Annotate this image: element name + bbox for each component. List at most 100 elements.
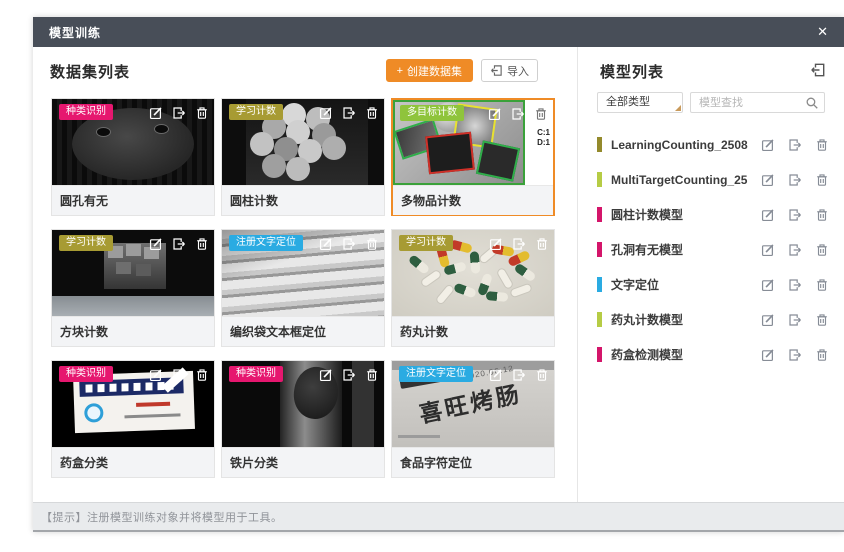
export-icon[interactable] [172,368,186,382]
export-icon[interactable] [172,237,186,251]
model-row[interactable]: 圆柱计数模型 [578,197,844,232]
dataset-thumbnail: 种类识别 [52,361,214,447]
model-row[interactable]: LearningCounting_25080... [578,127,844,162]
dataset-type-tag: 种类识别 [59,104,113,120]
dataset-card-multi-object-count[interactable]: C:1 D:1 多目标计数 多物品计数 [391,98,555,216]
dataset-card-block-count[interactable]: 学习计数 方块计数 [51,229,215,347]
model-row[interactable]: 药盒检测模型 [578,337,844,372]
dataset-card-woven-bag-text[interactable]: 注册文字定位 编织袋文本框定位 [221,229,385,347]
trash-icon[interactable] [815,138,829,152]
trash-icon[interactable] [365,368,379,382]
model-row[interactable]: 孔洞有无模型 [578,232,844,267]
bounding-box-green [476,140,520,181]
dialog-content: 数据集列表 + 创建数据集 导入 [33,47,844,502]
dataset-type-tag: 多目标计数 [400,105,464,121]
dataset-actions: + 创建数据集 导入 [386,59,538,82]
export-icon[interactable] [788,348,802,362]
dataset-card-iron-piece[interactable]: 种类识别 铁片分类 [221,360,385,478]
close-icon[interactable]: ✕ [817,17,828,47]
trash-icon[interactable] [815,313,829,327]
import-dataset-button[interactable]: 导入 [481,59,538,82]
edit-icon[interactable] [319,368,333,382]
export-icon[interactable] [788,208,802,222]
dataset-thumbnail: 种类识别 [52,99,214,185]
dataset-card-pill-count[interactable]: 学习计数 药丸计数 [391,229,555,347]
dataset-thumbnail: 种类识别 [222,361,384,447]
export-icon[interactable] [342,106,356,120]
export-icon[interactable] [511,107,525,121]
trash-icon[interactable] [365,237,379,251]
trash-icon[interactable] [815,173,829,187]
dataset-thumbnail: 学习计数 [222,99,384,185]
trash-icon[interactable] [195,237,209,251]
export-icon[interactable] [512,237,526,251]
dataset-title: 铁片分类 [222,447,384,477]
model-type-dropdown[interactable]: 全部类型 [597,92,683,113]
model-list: LearningCounting_25080... MultiTargetCou… [578,127,844,372]
edit-icon[interactable] [488,107,502,121]
trash-icon[interactable] [815,278,829,292]
dataset-type-tag: 种类识别 [229,366,283,382]
model-row[interactable]: MultiTargetCounting_25... [578,162,844,197]
model-training-dialog: 模型训练 ✕ 数据集列表 + 创建数据集 导入 [33,17,844,532]
model-row[interactable]: 药丸计数模型 [578,302,844,337]
edit-icon[interactable] [149,237,163,251]
dataset-title: 多物品计数 [393,185,553,215]
edit-icon[interactable] [149,368,163,382]
dataset-card-food-text[interactable]: 2020.06.12 喜旺烤肠 注册文字定位 食品字符定位 [391,360,555,478]
trash-icon[interactable] [195,106,209,120]
edit-icon[interactable] [761,208,775,222]
dataset-title: 药丸计数 [392,316,554,346]
dataset-card-cylinder-count[interactable]: 学习计数 圆柱计数 [221,98,385,216]
edit-icon[interactable] [149,106,163,120]
model-color-bar [597,312,602,327]
edit-icon[interactable] [319,106,333,120]
search-icon[interactable] [805,96,819,110]
trash-icon[interactable] [534,107,548,121]
export-icon[interactable] [788,278,802,292]
dataset-title: 药盒分类 [52,447,214,477]
dataset-grid: 种类识别 圆孔有无 [51,98,561,478]
model-color-bar [597,207,602,222]
trash-icon[interactable] [535,368,549,382]
create-dataset-button[interactable]: + 创建数据集 [386,59,473,82]
export-icon[interactable] [788,173,802,187]
edit-icon[interactable] [761,173,775,187]
bounding-box-red [425,132,475,175]
dataset-panel-title: 数据集列表 [50,61,130,82]
export-icon[interactable] [512,368,526,382]
model-panel-title: 模型列表 [600,61,664,82]
edit-icon[interactable] [761,313,775,327]
import-model-icon[interactable] [810,62,826,78]
edit-icon[interactable] [489,368,503,382]
edit-icon[interactable] [761,278,775,292]
dataset-type-tag: 注册文字定位 [229,235,303,251]
model-search [690,92,825,113]
dataset-card-round-hole[interactable]: 种类识别 圆孔有无 [51,98,215,216]
trash-icon[interactable] [195,368,209,382]
model-panel: 模型列表 全部类型 LearningCounting_2508 [578,47,844,502]
dataset-panel: 数据集列表 + 创建数据集 导入 [33,47,578,502]
trash-icon[interactable] [535,237,549,251]
export-icon[interactable] [788,138,802,152]
export-icon[interactable] [342,237,356,251]
dataset-card-medicine-box[interactable]: 种类识别 药盒分类 [51,360,215,478]
export-icon[interactable] [788,243,802,257]
trash-icon[interactable] [365,106,379,120]
dataset-thumbnail: 学习计数 [52,230,214,316]
edit-icon[interactable] [761,138,775,152]
footer-tip-text: 【提示】注册模型训练对象并将模型用于工具。 [41,509,283,525]
edit-icon[interactable] [761,243,775,257]
trash-icon[interactable] [815,208,829,222]
dataset-title: 食品字符定位 [392,447,554,477]
export-icon[interactable] [788,313,802,327]
edit-icon[interactable] [489,237,503,251]
edit-icon[interactable] [319,237,333,251]
edit-icon[interactable] [761,348,775,362]
export-icon[interactable] [172,106,186,120]
dialog-titlebar: 模型训练 ✕ [33,17,844,47]
export-icon[interactable] [342,368,356,382]
trash-icon[interactable] [815,243,829,257]
model-row[interactable]: 文字定位 [578,267,844,302]
trash-icon[interactable] [815,348,829,362]
